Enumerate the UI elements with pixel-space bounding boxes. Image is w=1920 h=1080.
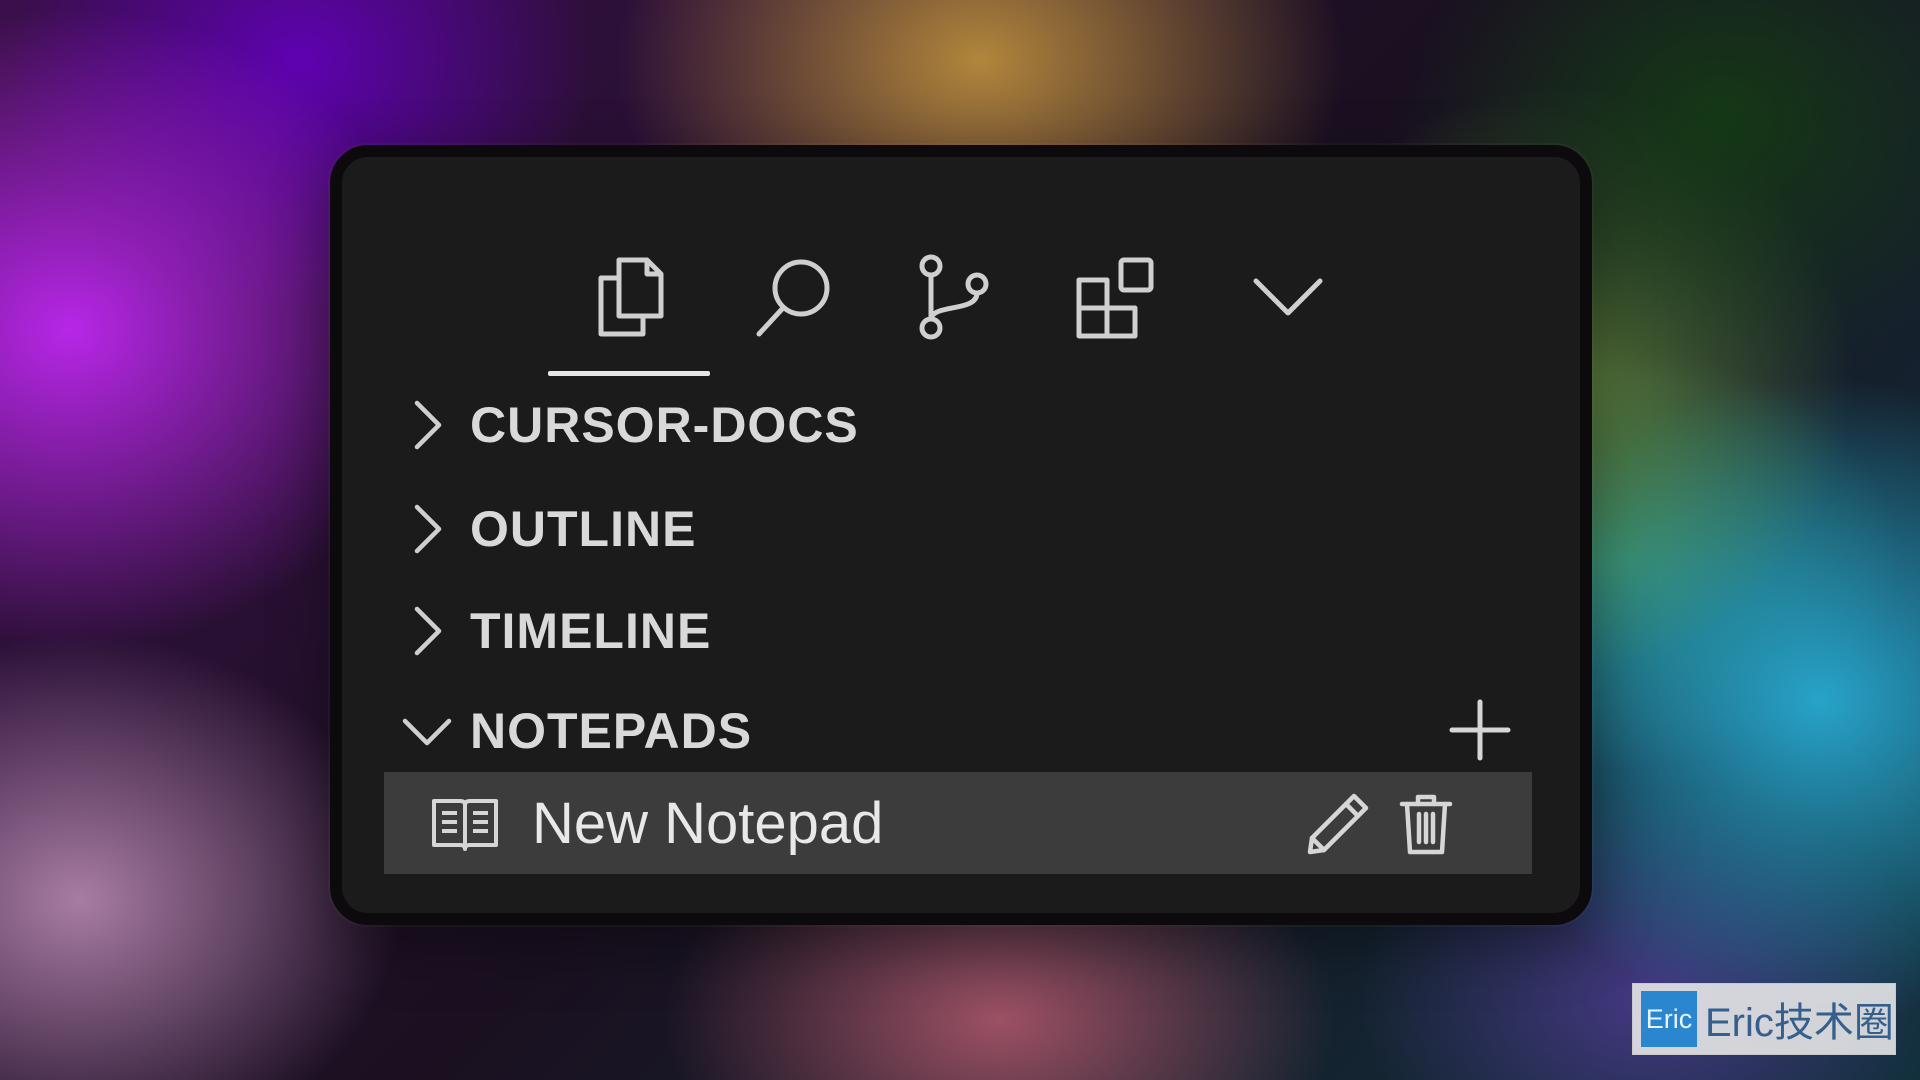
watermark-text: Eric技术圈 (1705, 1001, 1894, 1045)
chevron-right-icon (397, 601, 457, 661)
delete-notepad-button[interactable] (1390, 788, 1462, 860)
section-title: CURSOR-DOCS (470, 397, 859, 453)
section-cursor-docs[interactable]: CURSOR-DOCS (397, 387, 1537, 463)
section-title: NOTEPADS (470, 703, 753, 759)
section-notepads[interactable]: NOTEPADS (397, 693, 1537, 769)
source-control-button[interactable] (907, 249, 1003, 345)
section-outline[interactable]: OUTLINE (397, 491, 1537, 567)
book-icon (430, 793, 500, 853)
pencil-icon (1307, 793, 1369, 855)
search-button[interactable] (746, 249, 842, 345)
chevron-down-icon (1253, 278, 1323, 316)
chevron-down-icon (397, 701, 457, 761)
more-views-button[interactable] (1240, 249, 1336, 345)
chevron-right-icon (397, 395, 457, 455)
add-notepad-button[interactable] (1442, 692, 1518, 768)
explorer-button[interactable] (581, 249, 677, 345)
chevron-right-icon (397, 499, 457, 559)
section-title: OUTLINE (470, 501, 697, 557)
extensions-icon (1076, 257, 1154, 339)
extensions-button[interactable] (1068, 249, 1164, 345)
notepad-item[interactable]: New Notepad (384, 772, 1532, 874)
section-title: TIMELINE (470, 603, 712, 659)
plus-icon (1449, 699, 1511, 761)
sidebar-panel: CURSOR-DOCS OUTLINE TIMELINE NOTEPADS Ne… (330, 145, 1592, 925)
section-timeline[interactable]: TIMELINE (397, 593, 1537, 669)
explorer-icon (598, 257, 664, 337)
watermark-badge: Eric (1641, 991, 1697, 1047)
trash-icon (1399, 794, 1453, 855)
edit-notepad-button[interactable] (1302, 788, 1374, 860)
search-icon (756, 259, 830, 337)
active-tab-indicator (548, 371, 710, 376)
activity-toolbar (342, 157, 1580, 387)
notepad-label: New Notepad (532, 790, 884, 856)
watermark: Eric Eric技术圈 (1632, 983, 1896, 1055)
source-control-icon (919, 254, 989, 340)
